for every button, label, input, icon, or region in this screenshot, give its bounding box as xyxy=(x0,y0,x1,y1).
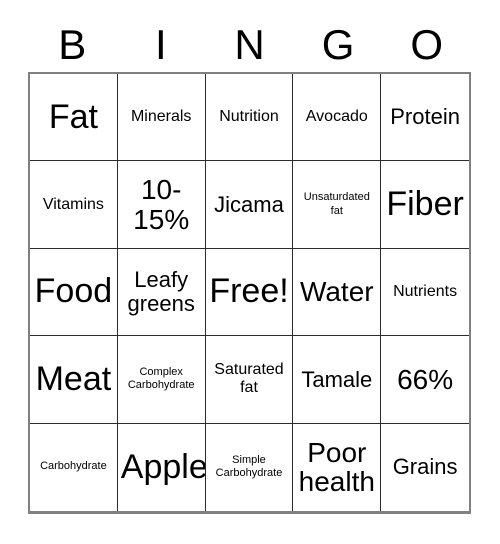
bingo-cell[interactable]: Simple Carbohydrate xyxy=(205,423,294,511)
bingo-cell[interactable]: Poor health xyxy=(293,423,382,511)
bingo-cell-label: Leafy greens xyxy=(127,267,195,316)
bingo-cell[interactable]: Carbohydrate xyxy=(30,423,118,511)
bingo-header-letter-o: O xyxy=(410,21,443,68)
bingo-cell[interactable]: Saturated fat xyxy=(205,336,294,424)
bingo-cell[interactable]: Water xyxy=(293,248,382,337)
bingo-cell-label: Saturated fat xyxy=(214,361,284,397)
bingo-cell-label: Vitamins xyxy=(42,195,104,213)
bingo-cell-label: Protein xyxy=(390,104,460,130)
bingo-cell[interactable]: Food xyxy=(30,248,118,337)
bingo-cell-label: Simple Carbohydrate xyxy=(215,453,283,480)
bingo-cell-label: Jicama xyxy=(214,191,284,217)
bingo-cell[interactable]: Fat xyxy=(30,74,118,162)
bingo-cell[interactable]: Complex Carbohydrate xyxy=(117,336,206,424)
bingo-cell[interactable]: Vitamins xyxy=(30,161,118,249)
bingo-cell-label: Apple xyxy=(120,447,206,486)
bingo-card: B I N G O Fat Minerals Nutrition Avocado… xyxy=(0,0,500,544)
bingo-header-letter-i: I xyxy=(155,21,167,68)
bingo-cell[interactable]: Minerals xyxy=(117,74,206,162)
bingo-cell-label: Grains xyxy=(392,454,458,480)
bingo-cell-free-space[interactable]: Free! xyxy=(205,248,294,337)
bingo-cell-label: Tamale xyxy=(301,366,373,392)
bingo-cell[interactable]: Unsaturdated fat xyxy=(293,161,382,249)
bingo-cell-label: Minerals xyxy=(130,108,192,126)
bingo-cell[interactable]: Leafy greens xyxy=(117,248,206,337)
bingo-cell-label: Complex Carbohydrate xyxy=(127,365,195,392)
bingo-cell[interactable]: Tamale xyxy=(293,336,382,424)
bingo-cell[interactable]: Jicama xyxy=(205,161,294,249)
bingo-cell-label: Water xyxy=(299,276,374,308)
bingo-cell[interactable]: Meat xyxy=(30,336,118,424)
bingo-cell-label: Poor health xyxy=(298,436,375,498)
bingo-cell[interactable]: Nutrition xyxy=(205,74,294,162)
bingo-cell-label: Avocado xyxy=(305,108,368,126)
bingo-cell-label: 10- 15% xyxy=(133,173,190,235)
bingo-cell-label: Meat xyxy=(35,359,112,398)
bingo-cell[interactable]: Nutrients xyxy=(381,248,469,337)
bingo-cell[interactable]: Grains xyxy=(381,423,469,511)
bingo-cell-label: Fat xyxy=(48,97,98,136)
bingo-header-letter-n: N xyxy=(234,21,265,68)
bingo-header-letter-b: B xyxy=(58,21,87,68)
bingo-cell-label: Free! xyxy=(209,272,289,311)
bingo-cell[interactable]: Avocado xyxy=(293,74,382,162)
bingo-cell-label: Nutrients xyxy=(393,283,458,301)
bingo-cell-label: Nutrition xyxy=(219,108,279,126)
bingo-cell[interactable]: 10- 15% xyxy=(117,161,206,249)
bingo-cell-label: 66% xyxy=(397,363,454,395)
bingo-header-letter-g: G xyxy=(321,21,355,68)
bingo-cell-label: Fiber xyxy=(386,184,464,223)
bingo-cell[interactable]: 66% xyxy=(381,336,469,424)
bingo-cell-label: Food xyxy=(34,272,113,311)
bingo-grid: Fat Minerals Nutrition Avocado Protein V… xyxy=(28,72,471,514)
bingo-cell[interactable]: Protein xyxy=(381,74,469,162)
bingo-cell-label: Unsaturdated fat xyxy=(303,190,370,217)
bingo-header-row: B I N G O xyxy=(28,18,471,72)
bingo-cell-label: Carbohydrate xyxy=(40,460,107,473)
bingo-cell[interactable]: Apple xyxy=(117,423,206,511)
bingo-cell[interactable]: Fiber xyxy=(381,161,469,249)
